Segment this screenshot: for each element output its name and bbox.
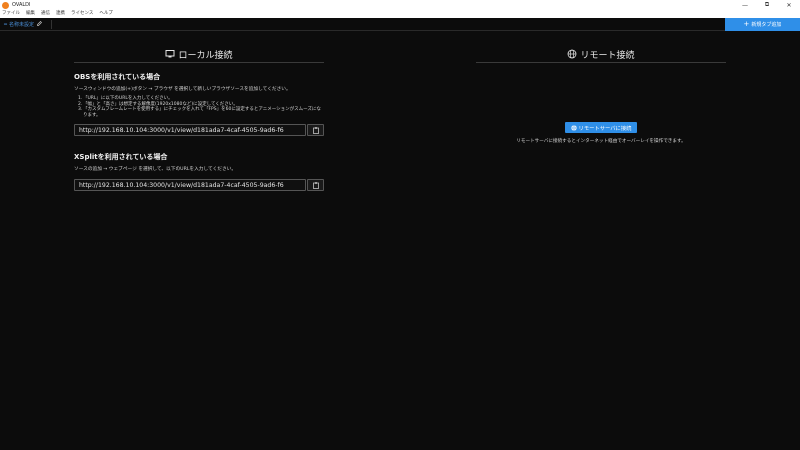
menu-integration[interactable]: 連携 <box>56 10 65 18</box>
obs-description: ソースウィンドウの追加(+)ボタン → ブラウザ を選択して新しいブラウザソース… <box>74 87 291 92</box>
xsplit-heading: XSplitを利用されている場合 <box>74 153 168 162</box>
remote-header: リモート接続 <box>476 48 726 61</box>
app-logo-icon <box>2 1 9 9</box>
remote-body: リモートサーバに接続 リモートサーバに接続するとインターネット経由でオーバーレイ… <box>476 122 726 144</box>
title-bar: OVALDI — ⧉ ✕ <box>0 0 800 10</box>
xsplit-url-row <box>74 179 324 192</box>
obs-url-field[interactable] <box>74 124 306 137</box>
tab-untitled[interactable]: ═ 名称未設定 <box>4 20 42 29</box>
drag-handle-icon: ═ <box>4 21 8 28</box>
local-divider <box>74 62 324 63</box>
remote-description: リモートサーバに接続するとインターネット経由でオーバーレイを操作できます。 <box>516 139 686 144</box>
clipboard-icon <box>312 127 319 134</box>
new-tab-label: 新規タブ追加 <box>751 22 782 28</box>
window-controls: — ⧉ ✕ <box>734 0 800 10</box>
local-header: ローカル接続 <box>74 48 324 61</box>
tab-divider <box>51 20 52 29</box>
xsplit-description: ソースの追加 → ウェブページ を選択して、以下のURLを入力してください。 <box>74 167 237 173</box>
maximize-button[interactable]: ⧉ <box>756 0 778 10</box>
xsplit-copy-button[interactable] <box>307 179 324 192</box>
local-connection-panel: ローカル接続 OBSを利用されている場合 ソースウィンドウの追加(+)ボタン →… <box>74 48 324 192</box>
connect-remote-label: リモートサーバに接続 <box>578 125 632 132</box>
menu-file[interactable]: ファイル <box>2 10 20 18</box>
menu-communication[interactable]: 通信 <box>41 10 50 18</box>
globe-icon <box>568 49 577 59</box>
xsplit-url-field[interactable] <box>74 179 306 192</box>
plus-icon: + <box>743 20 750 28</box>
remote-divider <box>476 62 726 63</box>
edit-icon[interactable] <box>37 21 42 28</box>
connect-remote-button[interactable]: リモートサーバに接続 <box>564 122 638 133</box>
remote-connection-panel: リモート接続 リモートサーバに接続 リモートサーバに接続するとインターネット経由… <box>476 48 726 144</box>
new-tab-button[interactable]: + 新規タブ追加 <box>725 18 800 31</box>
globe-icon <box>570 124 577 131</box>
window-title: OVALDI <box>12 2 31 8</box>
monitor-icon <box>165 50 175 58</box>
obs-url-row <box>74 124 324 137</box>
obs-heading: OBSを利用されている場合 <box>74 73 161 81</box>
obs-steps: 1. 「URL」に以下のURLを入力してください。 2. 「幅」と「高さ」は想定する… <box>74 96 324 118</box>
menu-help[interactable]: ヘルプ <box>99 10 113 18</box>
menu-edit[interactable]: 編集 <box>26 10 35 18</box>
tab-bar: ═ 名称未設定 + 新規タブ追加 <box>0 18 800 31</box>
obs-step: 3. 「カスタムフレームレートを使用する」にチェックを入れて「FPS」を60に設定… <box>78 107 321 118</box>
menu-license[interactable]: ライセンス <box>71 10 93 18</box>
minimize-button[interactable]: — <box>734 0 756 10</box>
obs-copy-button[interactable] <box>307 124 324 137</box>
tab-label: 名称未設定 <box>9 22 35 28</box>
local-title: ローカル接続 <box>178 50 233 61</box>
menu-bar: ファイル 編集 通信 連携 ライセンス ヘルプ <box>0 10 800 18</box>
remote-title: リモート接続 <box>580 50 635 61</box>
close-button[interactable]: ✕ <box>778 0 800 10</box>
clipboard-icon <box>312 182 319 189</box>
